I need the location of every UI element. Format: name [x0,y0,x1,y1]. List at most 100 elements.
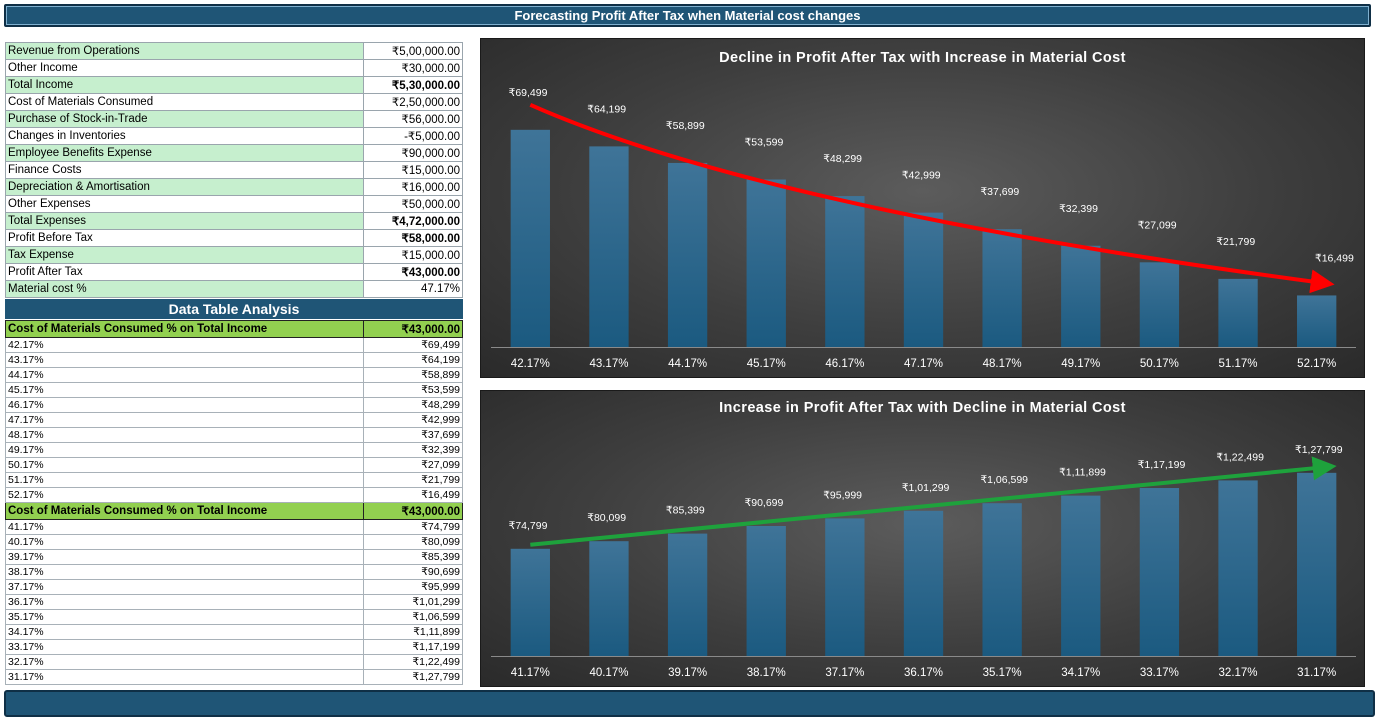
x-tick-label: 51.17% [1219,358,1258,370]
material-cost-percent: 42.17% [5,337,364,353]
input-value[interactable]: -₹5,000.00 [362,127,464,145]
input-value[interactable]: ₹90,000.00 [362,144,464,162]
input-row: Depreciation & Amortisation ₹16,000.00 [5,178,464,196]
data-table-row: 44.17% ₹58,899 [5,367,463,383]
data-label: ₹85,399 [666,505,705,517]
bar[interactable] [1218,480,1258,656]
bar[interactable] [589,541,629,656]
input-label: Profit After Tax [5,263,364,281]
input-value[interactable]: ₹4,72,000.00 [362,212,464,230]
bar[interactable] [589,146,629,347]
x-tick-label: 50.17% [1140,358,1179,370]
profit-after-tax-value: ₹64,199 [363,352,463,368]
input-row: Cost of Materials Consumed ₹2,50,000.00 [5,93,464,111]
material-cost-percent: 44.17% [5,367,364,383]
input-value[interactable]: 47.17% [362,280,464,298]
data-table-row: 38.17% ₹90,699 [5,564,463,580]
footer-bar [4,690,1375,717]
input-row: Profit Before Tax ₹58,000.00 [5,229,464,247]
material-cost-percent: 39.17% [5,549,364,565]
bar[interactable] [903,212,944,347]
bar[interactable] [1061,245,1101,347]
bar[interactable] [510,548,550,656]
data-table-row: 32.17% ₹1,22,499 [5,654,463,670]
input-value[interactable]: ₹50,000.00 [362,195,464,213]
x-tick-label: 52.17% [1297,358,1336,370]
x-tick-label: 40.17% [589,667,628,679]
bar[interactable] [982,229,1022,347]
profit-after-tax-value: ₹85,399 [363,549,463,565]
data-label: ₹32,399 [1059,203,1098,215]
profit-after-tax-value: ₹90,699 [363,564,463,580]
data-table-row: 35.17% ₹1,06,599 [5,609,463,625]
x-tick-label: 35.17% [983,667,1022,679]
increase-chart[interactable]: Increase in Profit After Tax with Declin… [480,390,1365,687]
bar[interactable] [825,196,865,347]
data-table-header-label: Cost of Materials Consumed % on Total In… [5,320,364,338]
input-row: Employee Benefits Expense ₹90,000.00 [5,144,464,162]
input-value[interactable]: ₹15,000.00 [362,246,464,264]
data-label: ₹90,699 [745,497,784,509]
data-label: ₹1,22,499 [1216,451,1264,463]
page-title: Forecasting Profit After Tax when Materi… [4,4,1371,27]
data-table-row: 51.17% ₹21,799 [5,472,463,488]
data-table-title: Data Table Analysis [5,299,463,319]
bar[interactable] [1218,278,1258,347]
input-value[interactable]: ₹30,000.00 [362,59,464,77]
data-label: ₹95,999 [823,489,862,501]
data-table-row: 40.17% ₹80,099 [5,534,463,550]
input-value[interactable]: ₹2,50,000.00 [362,93,464,111]
profit-after-tax-value: ₹37,699 [363,427,463,443]
profit-after-tax-value: ₹1,27,799 [363,669,463,685]
data-table-row: 46.17% ₹48,299 [5,397,463,413]
data-label: ₹58,899 [666,120,705,132]
input-value[interactable]: ₹56,000.00 [362,110,464,128]
bar[interactable] [667,533,708,656]
bar[interactable] [667,162,708,347]
data-table-row: 49.17% ₹32,399 [5,442,463,458]
x-tick-label: 45.17% [747,358,786,370]
input-value[interactable]: ₹5,30,000.00 [362,76,464,94]
input-value[interactable]: ₹43,000.00 [362,263,464,281]
bar[interactable] [746,179,786,347]
input-value[interactable]: ₹5,00,000.00 [362,42,464,60]
bar[interactable] [1139,262,1180,347]
x-tick-label: 33.17% [1140,667,1179,679]
data-table-header-row: Cost of Materials Consumed % on Total In… [5,502,463,520]
bar[interactable] [982,503,1022,656]
bar[interactable] [510,129,550,347]
bar[interactable] [746,525,786,656]
data-label: ₹69,499 [509,87,548,99]
data-table-header-label: Cost of Materials Consumed % on Total In… [5,502,364,520]
bar[interactable] [903,510,944,656]
bar[interactable] [1297,295,1337,347]
x-tick-label: 37.17% [825,667,864,679]
data-table-header-row: Cost of Materials Consumed % on Total In… [5,320,463,338]
bar[interactable] [825,518,865,656]
profit-after-tax-value: ₹1,22,499 [363,654,463,670]
material-cost-percent: 52.17% [5,487,364,503]
data-label: ₹21,799 [1216,236,1255,248]
material-cost-percent: 46.17% [5,397,364,413]
material-cost-percent: 40.17% [5,534,364,550]
material-cost-percent: 48.17% [5,427,364,443]
data-table-row: 45.17% ₹53,599 [5,382,463,398]
data-label: ₹42,999 [902,170,941,182]
input-row: Finance Costs ₹15,000.00 [5,161,464,179]
input-value[interactable]: ₹58,000.00 [362,229,464,247]
input-value[interactable]: ₹15,000.00 [362,161,464,179]
input-label: Employee Benefits Expense [5,144,364,162]
bar[interactable] [1139,488,1180,656]
x-tick-label: 46.17% [825,358,864,370]
input-label: Profit Before Tax [5,229,364,247]
input-label: Tax Expense [5,246,364,264]
x-tick-label: 31.17% [1297,667,1336,679]
decline-chart[interactable]: Decline in Profit After Tax with Increas… [480,38,1365,378]
data-table-row: 31.17% ₹1,27,799 [5,669,463,685]
data-label: ₹64,199 [587,103,626,115]
input-value[interactable]: ₹16,000.00 [362,178,464,196]
data-table-row: 37.17% ₹95,999 [5,579,463,595]
x-tick-label: 47.17% [904,358,943,370]
bar[interactable] [1061,495,1101,656]
bar[interactable] [1297,472,1337,656]
